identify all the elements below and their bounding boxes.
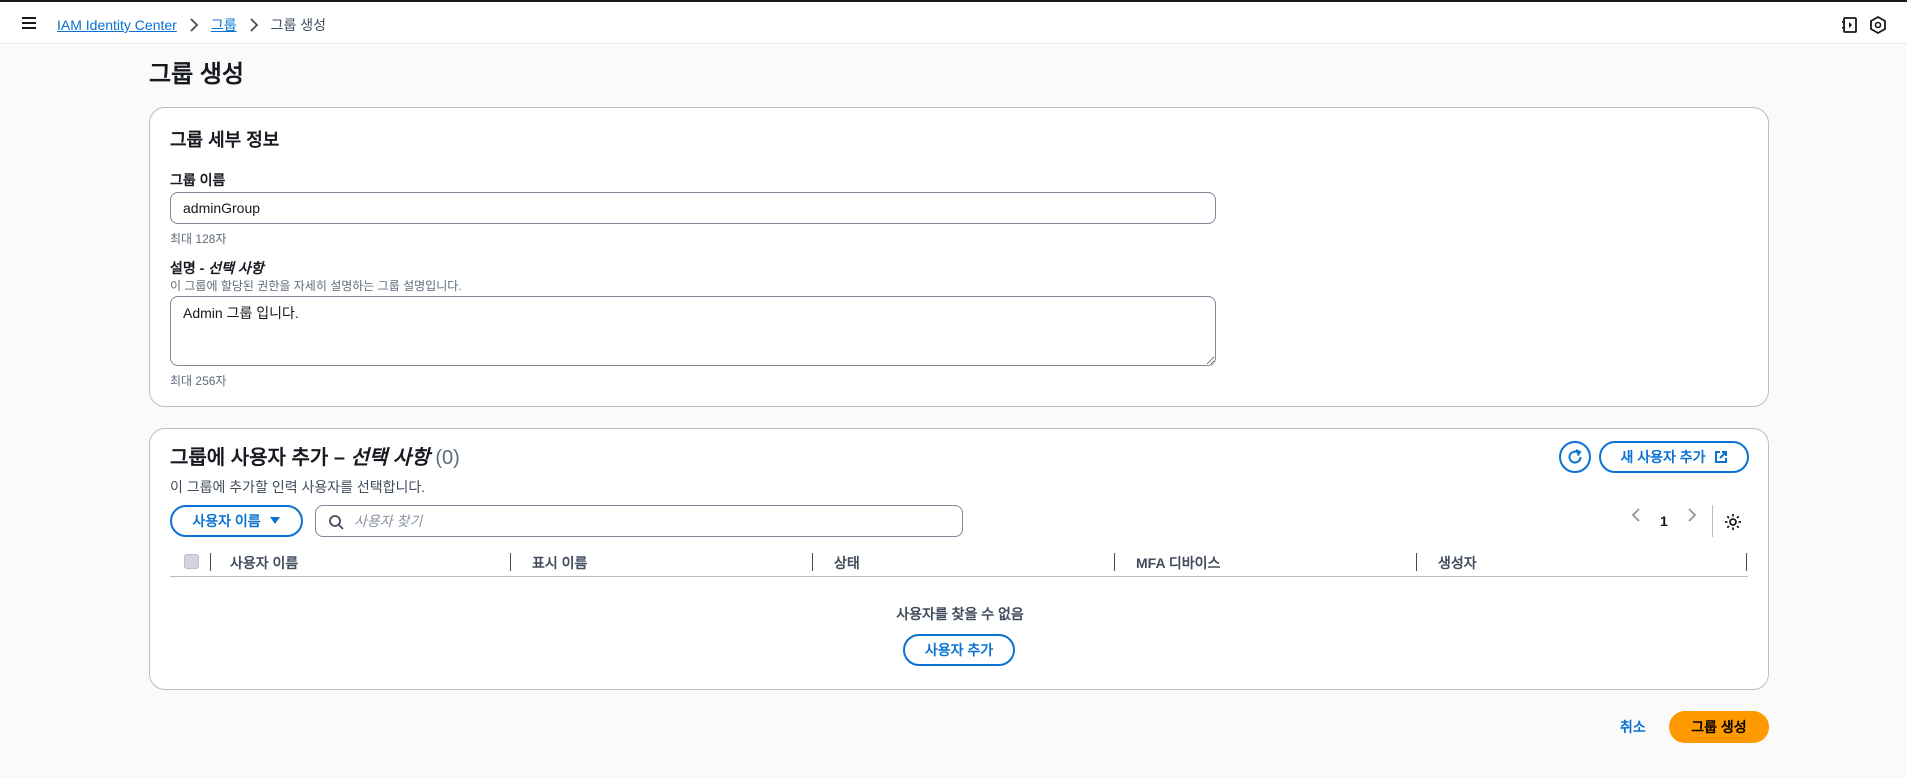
- page-number[interactable]: 1: [1660, 513, 1668, 529]
- search-icon: [329, 515, 344, 530]
- refresh-icon: [1568, 449, 1582, 464]
- add-users-panel: 그룹에 사용자 추가 – 선택 사항 (0) 이 그룹에 추가할 인력 사용자를…: [149, 428, 1769, 690]
- notebook-icon[interactable]: [1840, 15, 1860, 35]
- new-user-button[interactable]: 새 사용자 추가: [1599, 441, 1749, 473]
- add-users-title-text: 그룹에 사용자 추가: [170, 447, 329, 469]
- chevron-right-icon: [1688, 508, 1697, 522]
- column-divider: [1114, 553, 1115, 571]
- chevron-left-icon: [1631, 508, 1640, 522]
- new-user-label: 새 사용자 추가: [1620, 449, 1706, 465]
- group-details-panel: 그룹 세부 정보 그룹 이름 최대 128자 설명 - 선택 사항 이 그룹에 …: [149, 107, 1769, 407]
- add-users-optional: 선택 사항: [350, 447, 430, 469]
- next-page-button[interactable]: [1686, 507, 1698, 523]
- add-users-title-separator: –: [328, 447, 351, 469]
- user-count: (0): [435, 447, 460, 469]
- filter-property-button[interactable]: 사용자 이름: [170, 505, 303, 537]
- column-divider: [812, 553, 813, 571]
- breadcrumb-groups[interactable]: 그룹: [211, 15, 237, 35]
- top-bar: IAM Identity Center 그룹 그룹 생성: [0, 0, 1907, 44]
- empty-state-text: 사용자를 찾을 수 없음: [896, 606, 1024, 622]
- panel-title: 그룹 세부 정보: [170, 130, 280, 150]
- column-header-display-name[interactable]: 표시 이름: [532, 553, 587, 573]
- filter-property-label: 사용자 이름: [192, 513, 261, 529]
- select-all-checkbox[interactable]: [184, 554, 199, 569]
- chevron-right-icon: [189, 18, 199, 32]
- add-users-title: 그룹에 사용자 추가 – 선택 사항 (0): [170, 441, 460, 470]
- menu-icon[interactable]: [20, 14, 42, 32]
- breadcrumb-identity-center[interactable]: IAM Identity Center: [57, 17, 177, 33]
- table-header: 사용자 이름 표시 이름 상태 MFA 디바이스 생성자: [170, 547, 1748, 577]
- search-input[interactable]: [352, 506, 952, 536]
- external-link-icon: [1714, 451, 1727, 463]
- description-hint: 이 그룹에 할당된 권한을 자세히 설명하는 그룹 설명입니다.: [170, 279, 462, 293]
- group-name-constraint: 최대 128자: [170, 232, 227, 246]
- caret-down-icon: [269, 517, 280, 524]
- refresh-button[interactable]: [1559, 441, 1591, 473]
- page-title: 그룹 생성: [149, 61, 244, 88]
- settings-hex-icon[interactable]: [1868, 15, 1888, 35]
- column-header-status[interactable]: 상태: [834, 553, 860, 573]
- add-user-button[interactable]: 사용자 추가: [903, 634, 1015, 666]
- search-field[interactable]: [315, 505, 963, 537]
- column-divider: [210, 553, 211, 571]
- column-header-mfa[interactable]: MFA 디바이스: [1136, 553, 1220, 573]
- description-constraint: 최대 256자: [170, 374, 227, 388]
- group-name-input[interactable]: [170, 192, 1216, 224]
- table-preferences-button[interactable]: [1724, 513, 1742, 531]
- breadcrumb-current: 그룹 생성: [270, 17, 327, 33]
- breadcrumb: IAM Identity Center 그룹 그룹 생성: [57, 15, 326, 35]
- column-divider: [510, 553, 511, 571]
- column-header-creator[interactable]: 생성자: [1438, 553, 1477, 573]
- cancel-button[interactable]: 취소: [1620, 717, 1646, 737]
- group-name-label: 그룹 이름: [170, 172, 226, 188]
- column-divider: [1746, 553, 1747, 571]
- add-user-label: 사용자 추가: [924, 642, 994, 658]
- description-label-text: 설명: [170, 260, 196, 276]
- add-users-description: 이 그룹에 추가할 인력 사용자를 선택합니다.: [170, 479, 426, 495]
- description-textarea[interactable]: Admin 그룹 입니다.: [170, 296, 1216, 366]
- previous-page-button[interactable]: [1630, 507, 1642, 523]
- pager-divider: [1712, 505, 1713, 537]
- description-label-separator: -: [195, 260, 209, 276]
- column-divider: [1416, 553, 1417, 571]
- create-group-button[interactable]: 그룹 생성: [1669, 711, 1769, 743]
- gear-icon: [1725, 514, 1741, 530]
- chevron-right-icon: [249, 18, 259, 32]
- column-header-username[interactable]: 사용자 이름: [230, 553, 298, 573]
- description-label: 설명 - 선택 사항: [170, 258, 264, 278]
- description-optional: 선택 사항: [208, 260, 264, 276]
